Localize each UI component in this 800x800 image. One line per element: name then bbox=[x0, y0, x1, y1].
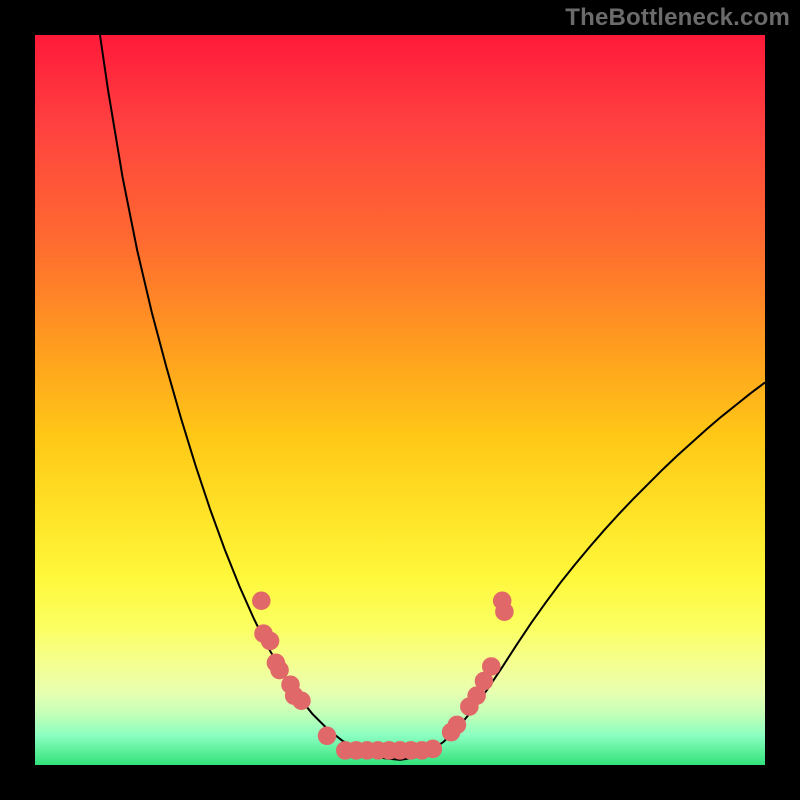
plot-area bbox=[35, 35, 765, 765]
curve-path bbox=[100, 35, 765, 760]
watermark-text: TheBottleneck.com bbox=[565, 4, 790, 32]
data-dots bbox=[253, 592, 514, 759]
data-dot bbox=[293, 692, 311, 710]
data-dot bbox=[253, 592, 271, 610]
data-dot bbox=[482, 658, 500, 676]
data-dot bbox=[261, 632, 279, 650]
data-dot bbox=[318, 727, 336, 745]
data-dot bbox=[496, 603, 514, 621]
chart-frame: TheBottleneck.com bbox=[0, 0, 800, 800]
data-dot bbox=[448, 716, 466, 734]
bottleneck-curve bbox=[100, 35, 765, 760]
data-dot bbox=[271, 661, 289, 679]
data-dot bbox=[424, 740, 442, 758]
plot-svg bbox=[35, 35, 765, 765]
